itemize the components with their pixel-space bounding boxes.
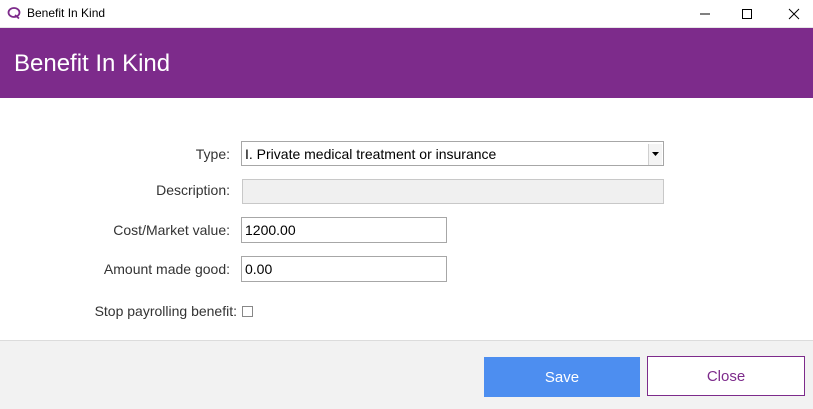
cost-value: 1200.00 [245,222,296,238]
stop-payrolling-label: Stop payrolling benefit: [94,303,237,319]
stop-payrolling-checkbox[interactable] [242,306,253,317]
save-button[interactable]: Save [484,357,640,397]
window-title: Benefit In Kind [27,6,106,20]
q-logo-icon [7,6,21,20]
amount-input[interactable]: 0.00 [241,256,447,282]
close-icon [788,8,800,20]
cost-label: Cost/Market value: [113,222,230,238]
chevron-down-icon [652,152,659,156]
maximize-button[interactable] [724,0,770,27]
type-label: Type: [195,146,230,162]
description-field[interactable] [242,179,664,204]
type-select[interactable]: I. Private medical treatment or insuranc… [241,141,664,166]
minimize-button[interactable] [682,0,728,27]
minimize-icon [700,13,710,15]
window-close-button[interactable] [771,0,813,27]
type-select-value: I. Private medical treatment or insuranc… [245,145,497,162]
amount-label: Amount made good: [103,261,230,277]
close-button[interactable]: Close [647,356,805,396]
cost-input[interactable]: 1200.00 [241,217,447,243]
title-bar: Benefit In Kind [0,0,813,28]
dialog-header: Benefit In Kind [0,28,813,98]
dropdown-button[interactable] [648,144,662,165]
page-title: Benefit In Kind [14,50,171,77]
description-label: Description: [156,182,230,198]
amount-value: 0.00 [245,261,273,277]
maximize-icon [742,9,752,19]
